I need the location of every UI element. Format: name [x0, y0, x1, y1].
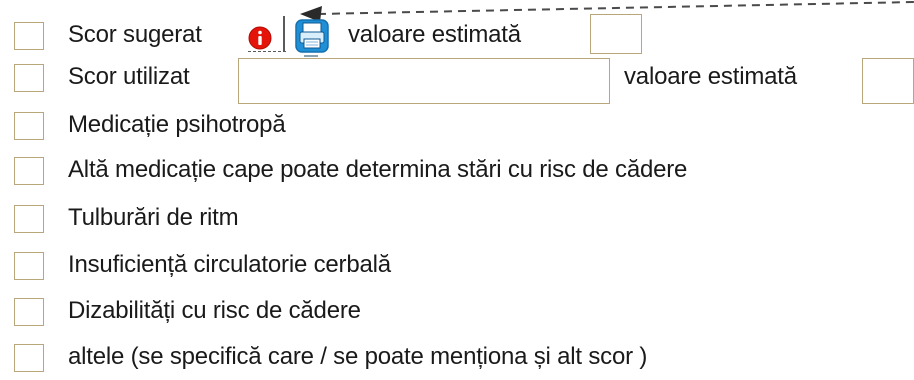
info-icon-underline: [248, 51, 286, 52]
label-estimated-value-1: valoare estimată: [348, 21, 521, 48]
label-estimated-value-2: valoare estimată: [624, 63, 797, 90]
label-rhythm-disorders: Tulburări de ritm: [68, 204, 239, 231]
label-used-score: Scor utilizat: [68, 63, 190, 90]
checkbox-fall-risk-disabilities[interactable]: [14, 298, 44, 326]
checkbox-other-risk-medication[interactable]: [14, 157, 44, 185]
printer-icon[interactable]: [294, 14, 330, 60]
used-estimated-value-field[interactable]: [862, 58, 914, 104]
checkbox-used-score[interactable]: [14, 64, 44, 92]
separator-bar: [283, 16, 285, 52]
checkbox-rhythm-disorders[interactable]: [14, 205, 44, 233]
label-circulatory-insufficiency: Insuficiență circulatorie cerbală: [68, 251, 391, 278]
checkbox-other[interactable]: [14, 344, 44, 372]
used-score-field[interactable]: [238, 58, 610, 104]
label-other: altele (se specifică care / se poate men…: [68, 343, 648, 370]
info-icon[interactable]: [248, 26, 272, 50]
label-suggested-score: Scor sugerat: [68, 21, 202, 48]
label-fall-risk-disabilities: Dizabilități cu risc de cădere: [68, 297, 361, 324]
checkbox-psychotropic-medication[interactable]: [14, 112, 44, 140]
suggested-estimated-value-field[interactable]: [590, 14, 642, 54]
label-psychotropic-medication: Medicație psihotropă: [68, 111, 286, 138]
label-other-risk-medication: Altă medicație cape poate determina stăr…: [68, 156, 688, 183]
checkbox-suggested-score[interactable]: [14, 22, 44, 50]
checkbox-circulatory-insufficiency[interactable]: [14, 252, 44, 280]
